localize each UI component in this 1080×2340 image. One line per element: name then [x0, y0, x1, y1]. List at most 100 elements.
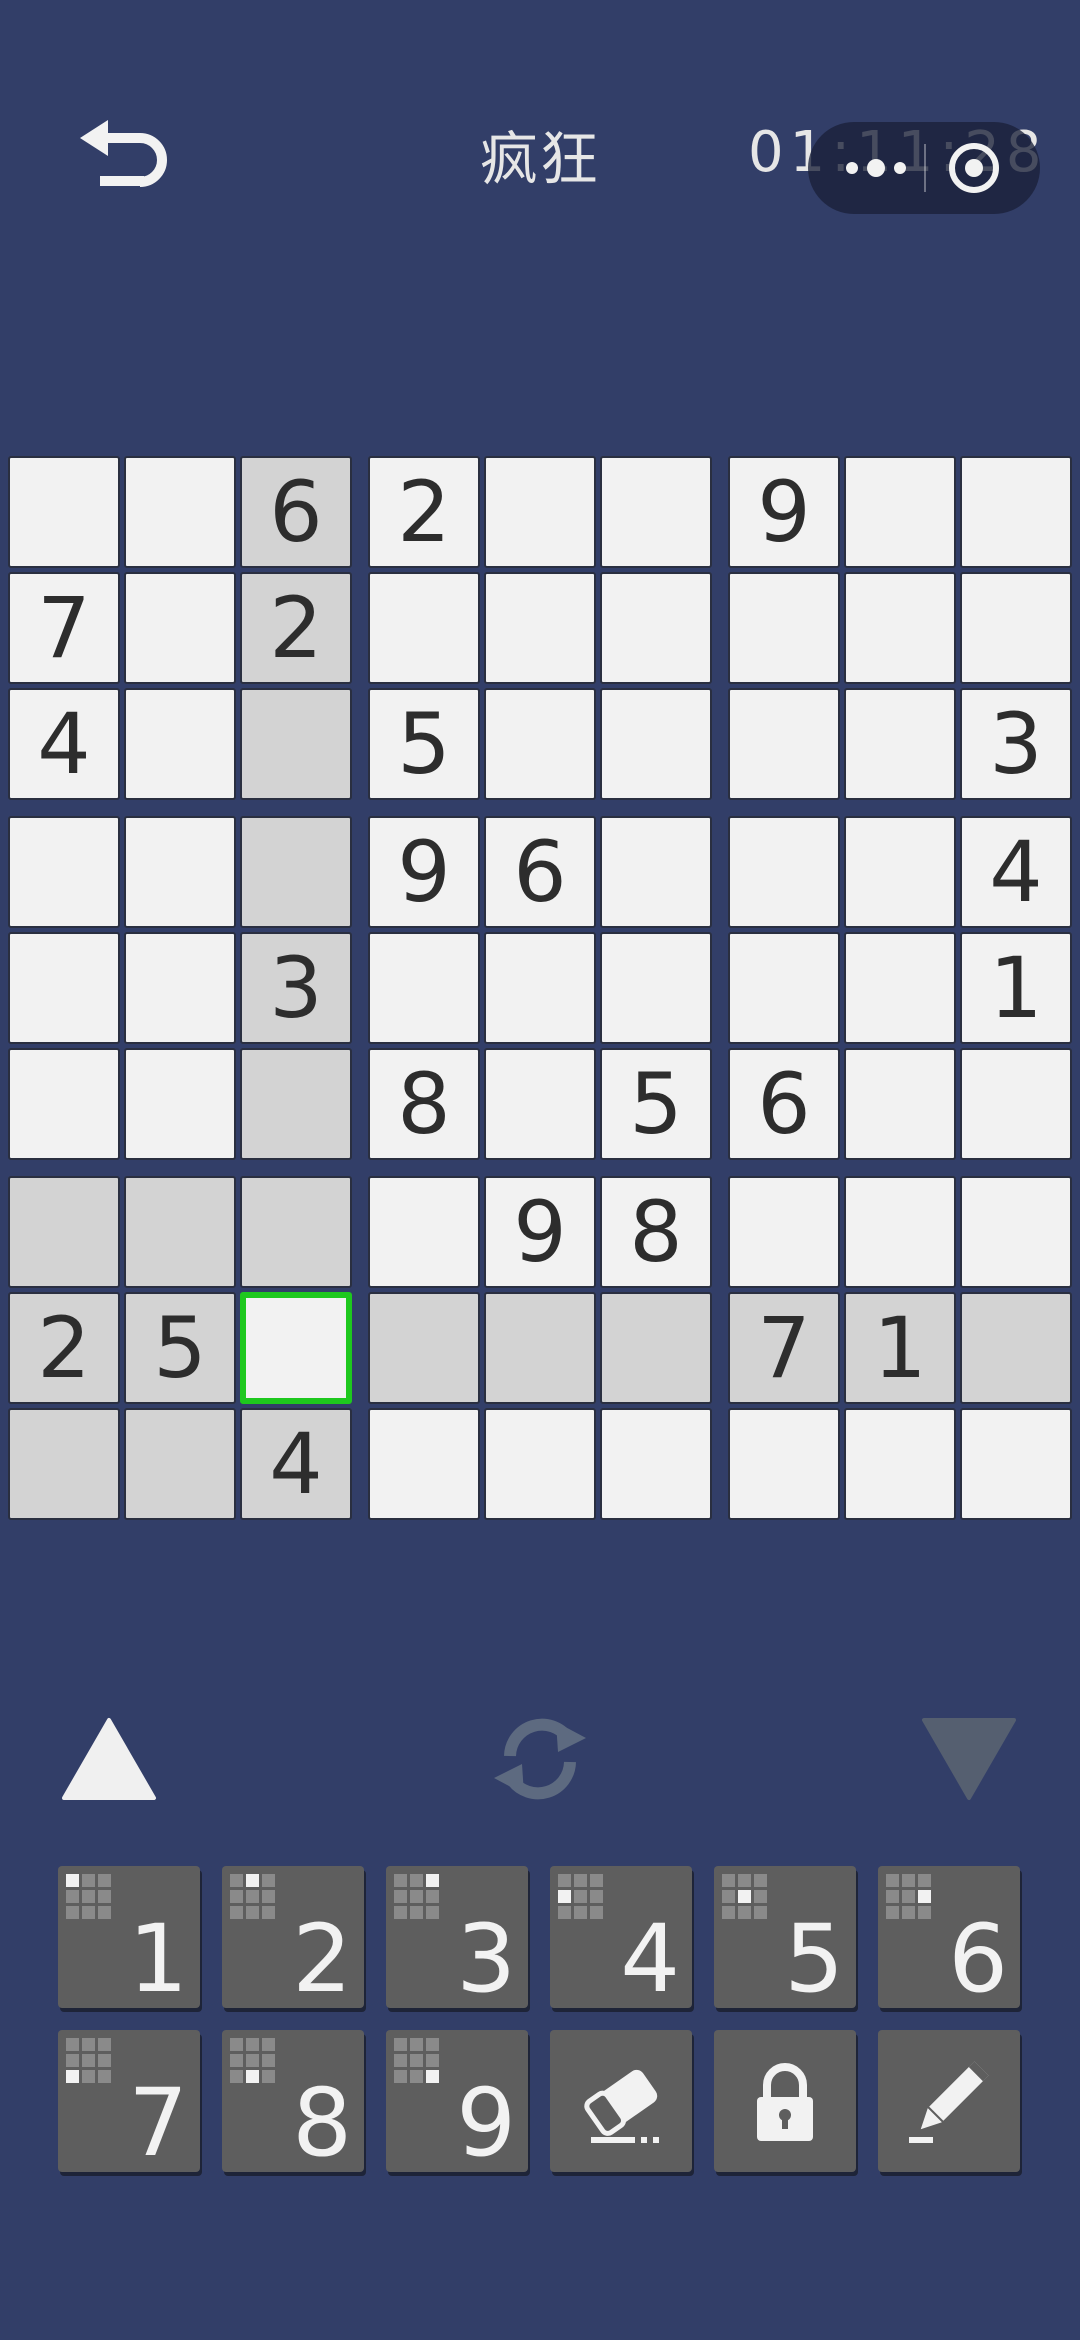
sudoku-cell-r3c2[interactable] [124, 688, 236, 800]
sudoku-cell-r2c7[interactable] [728, 572, 840, 684]
sudoku-cell-r4c2[interactable] [124, 816, 236, 928]
sudoku-cell-r3c5[interactable] [484, 688, 596, 800]
sudoku-cell-r6c2[interactable] [124, 1048, 236, 1160]
digit-key-2[interactable]: 2 [222, 1866, 364, 2014]
sudoku-cell-r2c2[interactable] [124, 572, 236, 684]
sudoku-cell-r8c7[interactable]: 7 [728, 1292, 840, 1404]
sudoku-cell-r3c8[interactable] [844, 688, 956, 800]
sudoku-cell-r5c3[interactable]: 3 [240, 932, 352, 1044]
sudoku-cell-r6c8[interactable] [844, 1048, 956, 1160]
sudoku-cell-r6c1[interactable] [8, 1048, 120, 1160]
sudoku-cell-r9c8[interactable] [844, 1408, 956, 1520]
sudoku-cell-r9c2[interactable] [124, 1408, 236, 1520]
digit-key-4[interactable]: 4 [550, 1866, 692, 2014]
digit-key-5[interactable]: 5 [714, 1866, 856, 2014]
sudoku-cell-r9c5[interactable] [484, 1408, 596, 1520]
sudoku-cell-r1c2[interactable] [124, 456, 236, 568]
sudoku-cell-r2c5[interactable] [484, 572, 596, 684]
sudoku-cell-r6c3[interactable] [240, 1048, 352, 1160]
digit-key-label: 9 [456, 2069, 516, 2178]
sudoku-cell-r3c9[interactable]: 3 [960, 688, 1072, 800]
sudoku-cell-r2c6[interactable] [600, 572, 712, 684]
sudoku-cell-r8c9[interactable] [960, 1292, 1072, 1404]
sudoku-cell-r4c1[interactable] [8, 816, 120, 928]
sudoku-cell-r2c9[interactable] [960, 572, 1072, 684]
sudoku-cell-r8c2[interactable]: 5 [124, 1292, 236, 1404]
sudoku-cell-r6c7[interactable]: 6 [728, 1048, 840, 1160]
sudoku-cell-r1c3[interactable]: 6 [240, 456, 352, 568]
sudoku-cell-r7c1[interactable] [8, 1176, 120, 1288]
lock-key[interactable] [714, 2030, 856, 2172]
sudoku-cell-r9c7[interactable] [728, 1408, 840, 1520]
sudoku-cell-r9c3[interactable]: 4 [240, 1408, 352, 1520]
sudoku-cell-r4c7[interactable] [728, 816, 840, 928]
sudoku-cell-r1c6[interactable] [600, 456, 712, 568]
sudoku-cell-r3c7[interactable] [728, 688, 840, 800]
sudoku-cell-r5c4[interactable] [368, 932, 480, 1044]
sudoku-cell-r4c8[interactable] [844, 816, 956, 928]
sudoku-cell-r5c8[interactable] [844, 932, 956, 1044]
sudoku-cell-r8c6[interactable] [600, 1292, 712, 1404]
sudoku-cell-r4c6[interactable] [600, 816, 712, 928]
sudoku-cell-r7c6[interactable]: 8 [600, 1176, 712, 1288]
sudoku-cell-r4c4[interactable]: 9 [368, 816, 480, 928]
sudoku-cell-r9c1[interactable] [8, 1408, 120, 1520]
sudoku-cell-r3c6[interactable] [600, 688, 712, 800]
sudoku-cell-r3c3[interactable] [240, 688, 352, 800]
sudoku-cell-r5c2[interactable] [124, 932, 236, 1044]
sudoku-cell-r6c4[interactable]: 8 [368, 1048, 480, 1160]
sudoku-cell-r8c1[interactable]: 2 [8, 1292, 120, 1404]
sudoku-cell-r8c5[interactable] [484, 1292, 596, 1404]
sudoku-cell-r7c8[interactable] [844, 1176, 956, 1288]
sudoku-cell-r1c4[interactable]: 2 [368, 456, 480, 568]
sudoku-cell-r5c1[interactable] [8, 932, 120, 1044]
sudoku-cell-r2c1[interactable]: 7 [8, 572, 120, 684]
sudoku-cell-r2c4[interactable] [368, 572, 480, 684]
sudoku-cell-r1c9[interactable] [960, 456, 1072, 568]
sudoku-cell-r2c3[interactable]: 2 [240, 572, 352, 684]
sudoku-cell-r1c5[interactable] [484, 456, 596, 568]
digit-key-3[interactable]: 3 [386, 1866, 528, 2014]
digit-key-1[interactable]: 1 [58, 1866, 200, 2014]
sudoku-cell-r6c9[interactable] [960, 1048, 1072, 1160]
sudoku-cell-r4c9[interactable]: 4 [960, 816, 1072, 928]
sudoku-cell-r5c9[interactable]: 1 [960, 932, 1072, 1044]
sudoku-cell-r3c4[interactable]: 5 [368, 688, 480, 800]
sudoku-cell-r7c5[interactable]: 9 [484, 1176, 596, 1288]
sudoku-cell-r4c5[interactable]: 6 [484, 816, 596, 928]
sudoku-cell-r5c6[interactable] [600, 932, 712, 1044]
target-circle-icon[interactable] [944, 140, 1004, 196]
digit-key-6[interactable]: 6 [878, 1866, 1020, 2014]
sudoku-cell-r8c8[interactable]: 1 [844, 1292, 956, 1404]
sudoku-cell-r9c9[interactable] [960, 1408, 1072, 1520]
triangle-down-icon[interactable] [920, 1716, 1018, 1802]
sudoku-cell-r8c3[interactable] [240, 1292, 352, 1404]
pencil-key[interactable] [878, 2030, 1020, 2172]
refresh-icon[interactable] [488, 1708, 592, 1808]
sudoku-cell-r4c3[interactable] [240, 816, 352, 928]
sudoku-cell-r5c7[interactable] [728, 932, 840, 1044]
sudoku-cell-r1c8[interactable] [844, 456, 956, 568]
sudoku-cell-r9c4[interactable] [368, 1408, 480, 1520]
digit-key-7[interactable]: 7 [58, 2030, 200, 2178]
sudoku-cell-r7c9[interactable] [960, 1176, 1072, 1288]
sudoku-cell-r7c3[interactable] [240, 1176, 352, 1288]
sudoku-cell-r1c7[interactable]: 9 [728, 456, 840, 568]
digit-key-8[interactable]: 8 [222, 2030, 364, 2178]
sudoku-cell-r6c5[interactable] [484, 1048, 596, 1160]
sudoku-cell-r9c6[interactable] [600, 1408, 712, 1520]
eraser-key[interactable] [550, 2030, 692, 2172]
back-arrow-icon[interactable] [72, 118, 172, 202]
sudoku-cell-r3c1[interactable]: 4 [8, 688, 120, 800]
triangle-up-icon[interactable] [60, 1716, 158, 1802]
sudoku-cell-r5c5[interactable] [484, 932, 596, 1044]
sudoku-cell-r1c1[interactable] [8, 456, 120, 568]
sudoku-cell-r8c4[interactable] [368, 1292, 480, 1404]
sudoku-cell-r7c7[interactable] [728, 1176, 840, 1288]
sudoku-cell-r7c4[interactable] [368, 1176, 480, 1288]
digit-key-9[interactable]: 9 [386, 2030, 528, 2178]
sudoku-cell-r2c8[interactable] [844, 572, 956, 684]
more-dots-icon[interactable] [836, 146, 916, 190]
sudoku-cell-r7c2[interactable] [124, 1176, 236, 1288]
sudoku-cell-r6c6[interactable]: 5 [600, 1048, 712, 1160]
